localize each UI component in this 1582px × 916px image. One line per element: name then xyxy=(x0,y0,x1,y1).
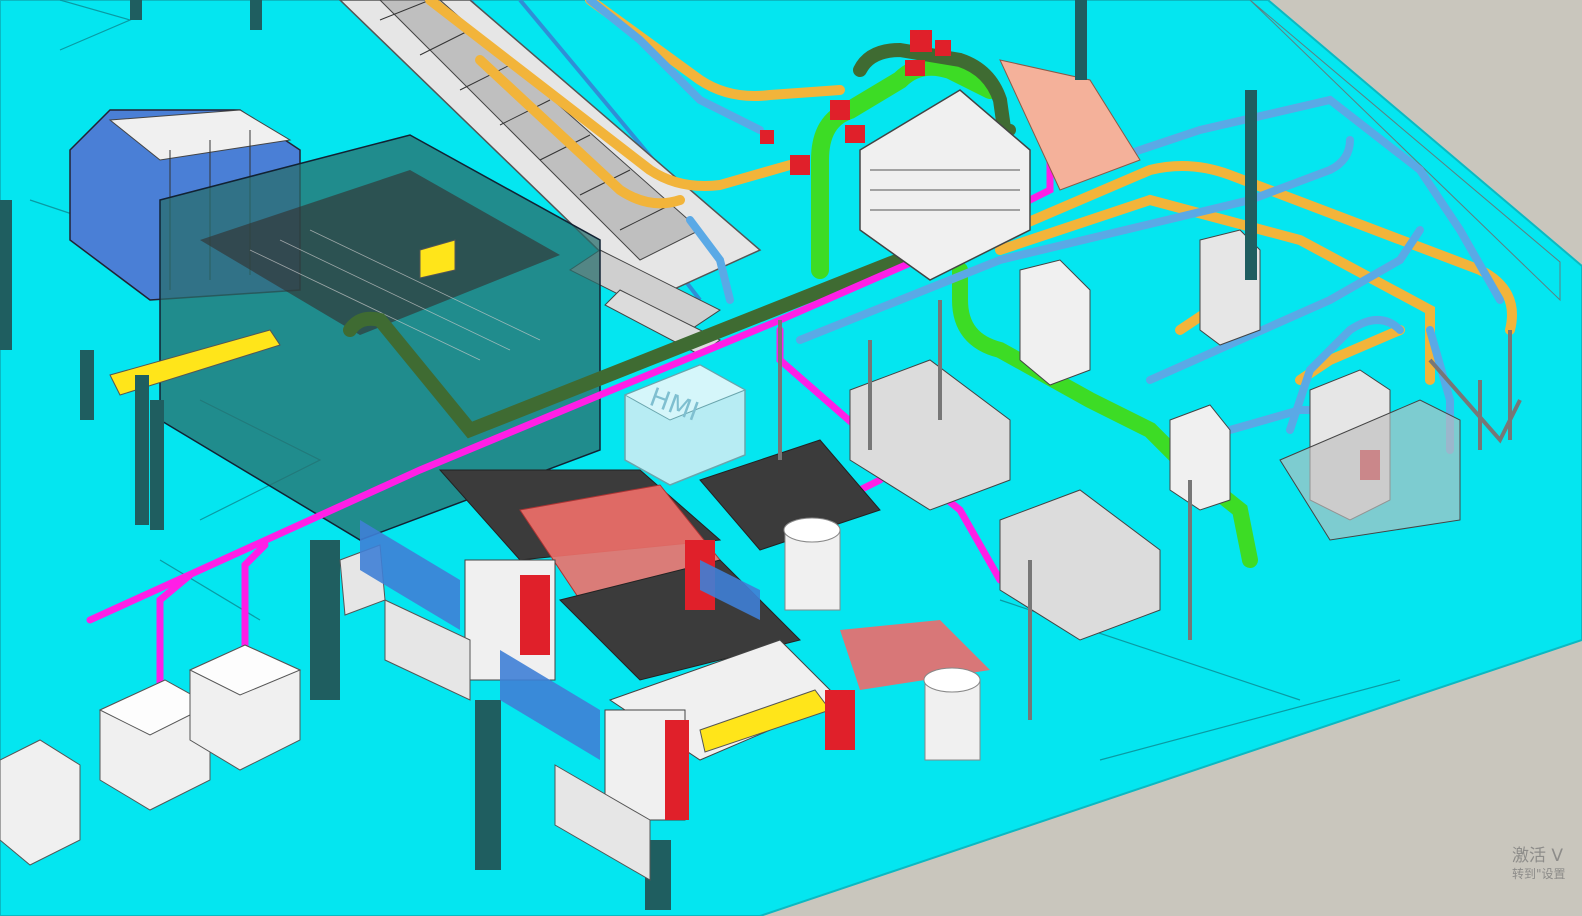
factory-scene[interactable]: HMI xyxy=(0,0,1582,916)
3d-viewport[interactable]: HMI 激活 V 转到"设置 xyxy=(0,0,1582,916)
